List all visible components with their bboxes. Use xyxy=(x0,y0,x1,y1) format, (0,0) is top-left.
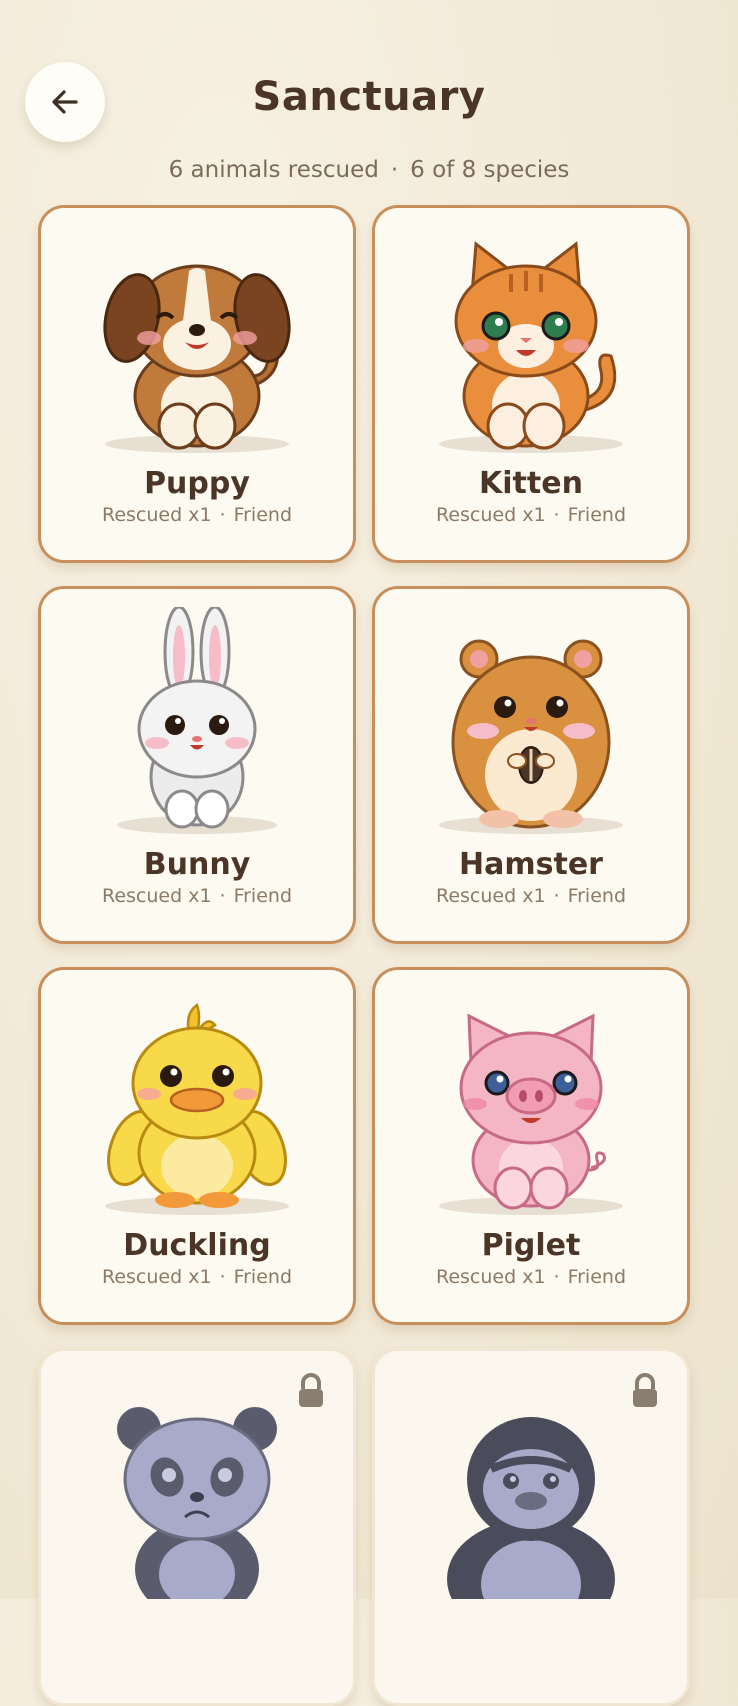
animal-name: Puppy xyxy=(144,466,250,501)
rescued-count: Rescued x1 xyxy=(435,504,546,526)
rescued-count: 6 animals rescued xyxy=(168,157,379,183)
rescue-summary: 6 animals rescued · 6 of 8 species xyxy=(0,157,738,183)
kitten-icon xyxy=(439,241,623,453)
piglet-icon xyxy=(439,1013,623,1215)
separator: · xyxy=(219,1266,226,1288)
animal-meta: Rescued x1 · Friend xyxy=(41,504,353,526)
animal-card-puppy[interactable]: Puppy Rescued x1 · Friend xyxy=(38,205,356,563)
animal-meta: Rescued x1 · Friend xyxy=(375,504,687,526)
separator: · xyxy=(553,1266,560,1288)
puppy-icon xyxy=(103,264,291,453)
animal-card-panda-locked[interactable] xyxy=(38,1348,356,1706)
friend-status: Friend xyxy=(233,885,293,907)
animal-name: Piglet xyxy=(481,1228,581,1263)
separator: · xyxy=(219,504,226,526)
duckling-icon xyxy=(105,1003,289,1215)
rescued-count: Rescued x1 xyxy=(435,885,546,907)
friend-status: Friend xyxy=(233,1266,293,1288)
panda-icon xyxy=(117,1407,277,1599)
animal-card-gorilla-locked[interactable] xyxy=(372,1348,690,1706)
page-title: Sanctuary xyxy=(252,74,486,120)
friend-status: Friend xyxy=(567,1266,627,1288)
animal-card-piglet[interactable]: Piglet Rescued x1 · Friend xyxy=(372,967,690,1325)
rescued-count: Rescued x1 xyxy=(101,504,212,526)
bunny-icon xyxy=(117,607,277,834)
animal-meta: Rescued x1 · Friend xyxy=(375,1266,687,1288)
friend-status: Friend xyxy=(233,504,293,526)
animal-name: Duckling xyxy=(123,1228,271,1263)
animal-meta: Rescued x1 · Friend xyxy=(41,885,353,907)
hamster-icon xyxy=(439,639,623,834)
separator: · xyxy=(553,885,560,907)
animal-name: Hamster xyxy=(459,847,603,882)
separator: · xyxy=(390,157,399,183)
gorilla-icon xyxy=(447,1417,615,1599)
animal-card-kitten[interactable]: Kitten Rescued x1 · Friend xyxy=(372,205,690,563)
rescued-count: Rescued x1 xyxy=(101,885,212,907)
lock-icon xyxy=(633,1373,657,1407)
animal-name: Bunny xyxy=(143,847,251,882)
animal-meta: Rescued x1 · Friend xyxy=(41,1266,353,1288)
rescued-count: Rescued x1 xyxy=(101,1266,212,1288)
separator: · xyxy=(219,885,226,907)
animal-card-duckling[interactable]: Duckling Rescued x1 · Friend xyxy=(38,967,356,1325)
lock-icon xyxy=(299,1373,323,1407)
animal-card-bunny[interactable]: Bunny Rescued x1 · Friend xyxy=(38,586,356,944)
friend-status: Friend xyxy=(567,504,627,526)
separator: · xyxy=(553,504,560,526)
animal-card-hamster[interactable]: Hamster Rescued x1 · Friend xyxy=(372,586,690,944)
animal-name: Kitten xyxy=(479,466,583,501)
friend-status: Friend xyxy=(567,885,627,907)
rescued-count: Rescued x1 xyxy=(435,1266,546,1288)
animal-meta: Rescued x1 · Friend xyxy=(375,885,687,907)
species-count: 6 of 8 species xyxy=(410,157,570,183)
